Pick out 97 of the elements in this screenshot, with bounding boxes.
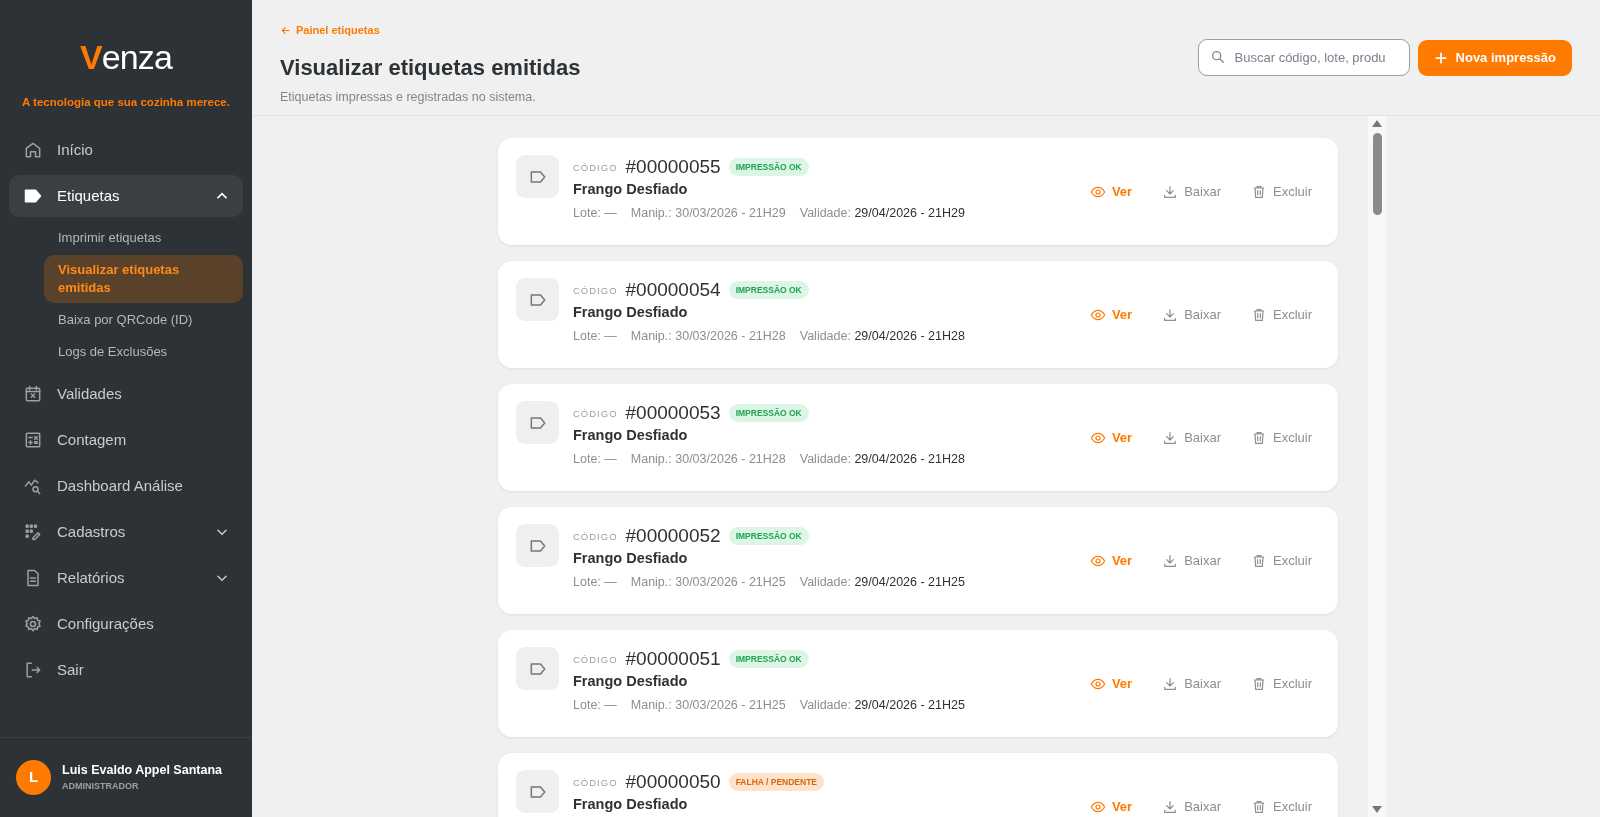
label-code: #00000051 xyxy=(625,646,721,671)
label-code: #00000053 xyxy=(625,400,721,425)
delete-button[interactable]: Excluir xyxy=(1251,304,1312,325)
trash-icon xyxy=(1251,306,1267,323)
view-button[interactable]: Ver xyxy=(1089,181,1133,202)
expiry-date: Validade: 29/04/2026 - 21H28 xyxy=(799,328,965,345)
product-name: Frango Desfiado xyxy=(573,549,689,568)
logo: Venza xyxy=(79,40,173,74)
expiry-date: Validade: 29/04/2026 - 21H28 xyxy=(799,451,965,468)
status-badge: FALHA / PENDENTE xyxy=(728,772,825,792)
handling-date: Manip.: 30/03/2026 - 21H28 xyxy=(630,451,786,468)
nav-item[interactable]: Início xyxy=(9,129,243,172)
download-button[interactable]: Baixar xyxy=(1162,796,1221,817)
download-button[interactable]: Baixar xyxy=(1162,427,1221,448)
nav-item[interactable]: Validades xyxy=(9,373,243,416)
nav-item[interactable]: Configurações xyxy=(9,603,243,646)
search-field[interactable]: Buscar código, lote, produ xyxy=(1197,39,1410,76)
user-name: Luis Evaldo Appel Santana xyxy=(62,762,222,780)
label-code: #00000050 xyxy=(625,769,721,794)
download-button[interactable]: Baixar xyxy=(1162,673,1221,694)
product-name: Frango Desfiado xyxy=(573,672,689,691)
trash-icon xyxy=(1251,675,1267,692)
lot-text: Lote: — xyxy=(573,328,617,345)
tagline: A tecnologia que sua cozinha merece. xyxy=(21,95,231,110)
download-button[interactable]: Baixar xyxy=(1162,181,1221,202)
download-icon xyxy=(1162,306,1179,323)
code-label: CÓDIGO xyxy=(573,530,618,545)
view-button[interactable]: Ver xyxy=(1089,796,1133,817)
delete-button[interactable]: Excluir xyxy=(1251,181,1312,202)
label-code: #00000054 xyxy=(625,277,721,302)
trash-icon xyxy=(1251,183,1267,200)
nav-item[interactable]: Dashboard Análise xyxy=(9,465,243,508)
submenu-item[interactable]: Imprimir etiquetas xyxy=(44,223,243,254)
download-icon xyxy=(1162,552,1179,569)
delete-button[interactable]: Excluir xyxy=(1251,796,1312,817)
expiry-date: Validade: 29/04/2026 - 21H29 xyxy=(799,205,965,222)
nav-item[interactable]: Relatórios xyxy=(9,557,243,600)
view-button[interactable]: Ver xyxy=(1089,673,1133,694)
status-badge: IMPRESSÃO OK xyxy=(728,280,809,300)
handling-date: Manip.: 30/03/2026 - 21H29 xyxy=(630,205,786,222)
page-title: Visualizar etiquetas emitidas xyxy=(280,53,581,82)
handling-date: Manip.: 30/03/2026 - 21H28 xyxy=(630,328,786,345)
product-name: Frango Desfiado xyxy=(573,795,689,814)
view-button[interactable]: Ver xyxy=(1089,304,1133,325)
code-label: CÓDIGO xyxy=(573,407,618,422)
delete-button[interactable]: Excluir xyxy=(1251,550,1312,571)
trash-icon xyxy=(1251,429,1267,446)
status-badge: IMPRESSÃO OK xyxy=(728,403,809,423)
product-name: Frango Desfiado xyxy=(573,180,689,199)
new-print-button[interactable]: Nova impressão xyxy=(1417,39,1572,76)
code-label: CÓDIGO xyxy=(573,161,618,176)
view-button[interactable]: Ver xyxy=(1089,427,1133,448)
expiry-date: Validade: 29/04/2026 - 21H25 xyxy=(799,574,965,591)
nav-item[interactable]: Etiquetas xyxy=(9,175,243,218)
chart-search-icon xyxy=(23,476,43,497)
delete-button[interactable]: Excluir xyxy=(1251,427,1312,448)
plus-icon xyxy=(1433,50,1448,65)
download-icon xyxy=(1162,675,1179,692)
submenu-item[interactable]: Logs de Exclusões xyxy=(44,337,243,368)
submenu-item[interactable]: Visualizar etiquetas emitidas xyxy=(44,255,243,304)
handling-date: Manip.: 30/03/2026 - 21H25 xyxy=(630,574,786,591)
download-icon xyxy=(1162,798,1179,815)
code-label: CÓDIGO xyxy=(573,653,618,668)
code-label: CÓDIGO xyxy=(573,776,618,791)
delete-button[interactable]: Excluir xyxy=(1251,673,1312,694)
arrow-left-icon xyxy=(280,24,291,36)
code-label: CÓDIGO xyxy=(573,284,618,299)
handling-date: Manip.: 30/03/2026 - 21H25 xyxy=(630,697,786,714)
scrollbar[interactable] xyxy=(1368,116,1386,817)
nav-item[interactable]: Sair xyxy=(9,649,243,692)
nav-item[interactable]: Cadastros xyxy=(9,511,243,554)
back-link[interactable]: Painel etiquetas xyxy=(280,22,581,39)
avatar: L xyxy=(16,760,51,795)
label-code: #00000055 xyxy=(625,154,721,179)
lot-text: Lote: — xyxy=(573,205,617,222)
download-button[interactable]: Baixar xyxy=(1162,304,1221,325)
expiry-date: Validade: 29/04/2026 - 21H25 xyxy=(799,697,965,714)
status-badge: IMPRESSÃO OK xyxy=(728,157,809,177)
lot-text: Lote: — xyxy=(573,451,617,468)
status-badge: IMPRESSÃO OK xyxy=(728,649,809,669)
nav-item[interactable]: Contagem xyxy=(9,419,243,462)
user-role: ADMINISTRADOR xyxy=(62,780,140,794)
status-badge: IMPRESSÃO OK xyxy=(728,526,809,546)
view-button[interactable]: Ver xyxy=(1089,550,1133,571)
download-icon xyxy=(1162,429,1179,446)
product-name: Frango Desfiado xyxy=(573,303,689,322)
lot-text: Lote: — xyxy=(573,697,617,714)
submenu-item[interactable]: Baixa por QRCode (ID) xyxy=(44,305,243,336)
lot-text: Lote: — xyxy=(573,574,617,591)
label-code: #00000052 xyxy=(625,523,721,548)
dots-pencil-icon xyxy=(23,522,43,543)
page-subtitle: Etiquetas impressas e registradas no sistema. xyxy=(280,88,537,106)
trash-icon xyxy=(1251,552,1267,569)
download-icon xyxy=(1162,183,1179,200)
download-button[interactable]: Baixar xyxy=(1162,550,1221,571)
product-name: Frango Desfiado xyxy=(573,426,689,445)
trash-icon xyxy=(1251,798,1267,815)
